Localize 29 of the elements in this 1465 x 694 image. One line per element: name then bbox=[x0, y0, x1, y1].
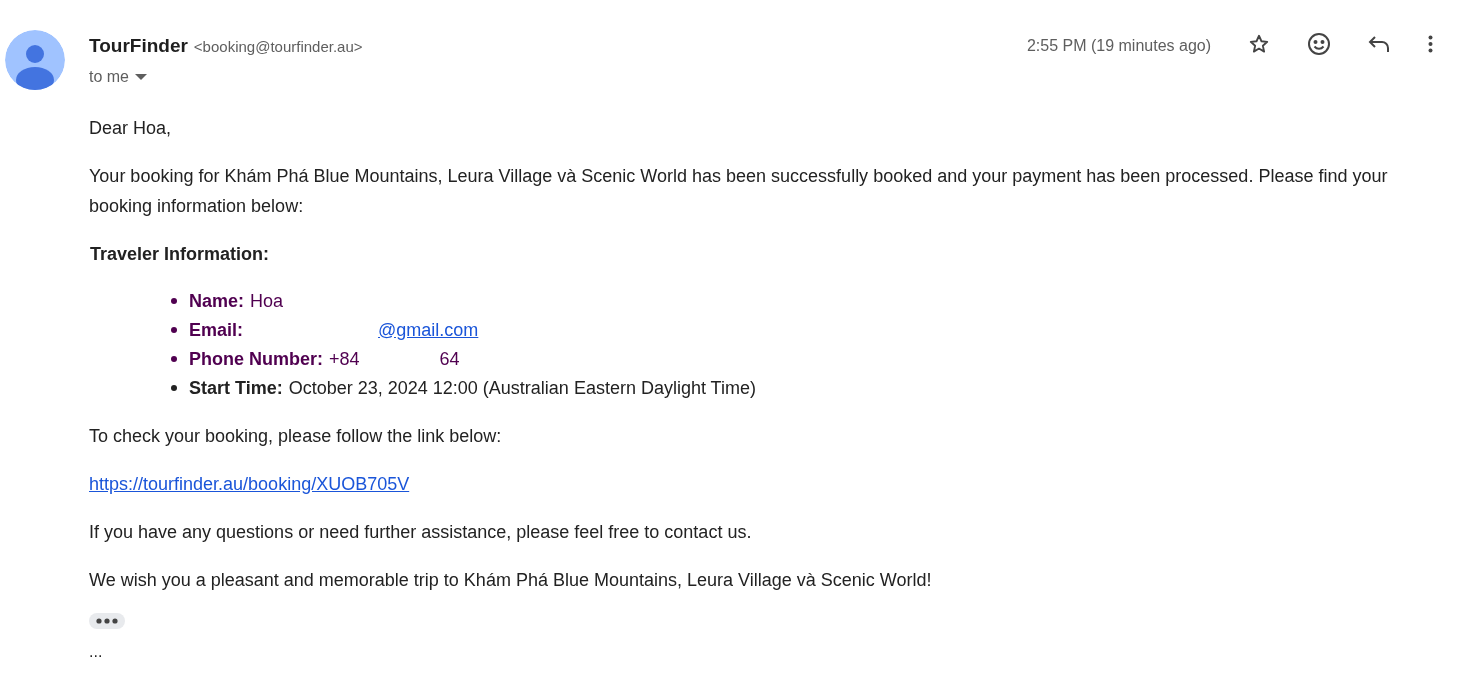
help-text: If you have any questions or need further assistance, please feel free to contact us. bbox=[89, 520, 753, 544]
field-value: 64 bbox=[439, 347, 460, 371]
more-icon bbox=[1427, 35, 1433, 53]
greeting-text: Dear Hoa, bbox=[89, 116, 173, 140]
field-value: Hoa bbox=[250, 289, 284, 313]
field-label: Start Time: bbox=[189, 376, 283, 400]
smiley-icon bbox=[1307, 32, 1331, 56]
email-link[interactable]: @gmail.com bbox=[378, 315, 479, 345]
instruction-text: To check your booking, please follow the link below: bbox=[89, 424, 503, 448]
timestamp: 2:55 PM (19 minutes ago) bbox=[1026, 36, 1211, 56]
sender-address: <booking@tourfinder.au> bbox=[193, 37, 363, 57]
closing-text: We wish you a pleasant and memorable trip to Khám Phá Blue Mountains, Leura Village và Scenic World! bbox=[89, 568, 933, 592]
avatar-icon bbox=[5, 30, 65, 90]
trailing-text: ... bbox=[89, 641, 104, 662]
field-label: Name: bbox=[189, 289, 245, 313]
reply-icon bbox=[1368, 35, 1390, 53]
field-label: Email: bbox=[189, 318, 244, 342]
star-icon bbox=[1248, 33, 1270, 55]
sender-name: TourFinder bbox=[89, 34, 188, 58]
recipient-dropdown[interactable]: to me bbox=[89, 64, 147, 89]
booking-link[interactable]: https://tourfinder.au/booking/XUOB705V bbox=[89, 468, 410, 499]
field-label: Phone Number: bbox=[189, 347, 323, 371]
show-trimmed-button[interactable] bbox=[89, 612, 125, 629]
section-heading: Traveler Information: bbox=[89, 242, 271, 266]
dots-icon bbox=[96, 617, 118, 624]
field-value: October 23, 2024 12:00 (Australian Eastern Daylight Time) bbox=[288, 376, 756, 400]
field-value: +84 bbox=[329, 347, 360, 371]
intro-paragraph: Your booking for Khám Phá Blue Mountains, Leura Village và Scenic World has been successfully booked and your payment has been processed. Please find your booking information below: bbox=[89, 164, 1389, 218]
caret-icon bbox=[135, 73, 147, 80]
